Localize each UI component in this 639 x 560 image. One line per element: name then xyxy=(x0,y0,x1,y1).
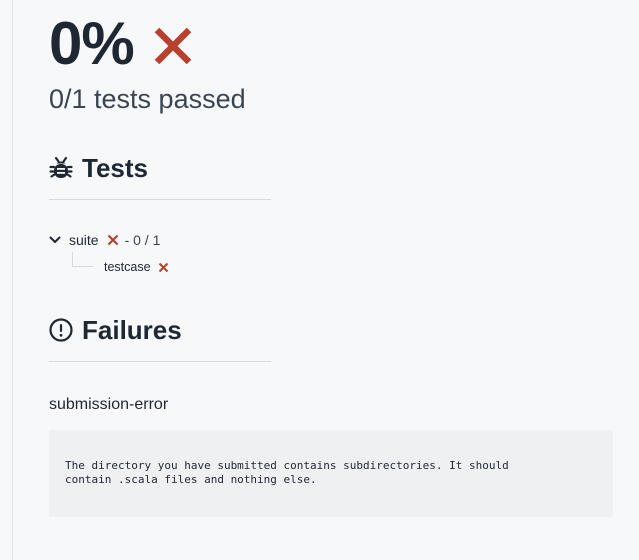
tests-heading: Tests xyxy=(49,151,148,185)
tests-divider xyxy=(49,199,271,200)
x-icon xyxy=(154,27,192,65)
failures-title: Failures xyxy=(82,314,182,345)
failures-divider xyxy=(49,361,271,362)
x-icon xyxy=(158,262,168,272)
report-page: 0% 0/1 tests passed Tests suite - 0 / 1 … xyxy=(0,0,639,560)
score-row: 0% xyxy=(49,9,194,79)
suite-count: - 0 / 1 xyxy=(124,232,161,248)
failure-message: The directory you have submitted contain… xyxy=(65,459,509,486)
left-divider xyxy=(12,0,13,560)
testcase-name[interactable]: testcase xyxy=(104,260,151,274)
tests-title: Tests xyxy=(82,152,148,183)
testcase-row[interactable]: testcase xyxy=(104,258,169,276)
tests-passed-summary: 0/1 tests passed xyxy=(49,84,246,114)
suite-name[interactable]: suite xyxy=(69,232,99,248)
tree-connector xyxy=(72,252,93,267)
suite-row[interactable]: suite - 0 / 1 xyxy=(49,230,160,250)
x-icon xyxy=(107,234,118,246)
chevron-down-icon[interactable] xyxy=(49,234,61,246)
failure-name: submission-error xyxy=(49,396,169,413)
bug-icon xyxy=(49,156,73,178)
failure-message-box: The directory you have submitted contain… xyxy=(49,430,613,517)
exclamation-circle-icon xyxy=(49,318,73,342)
failures-heading: Failures xyxy=(49,313,182,347)
score-percent: 0% xyxy=(49,10,135,77)
